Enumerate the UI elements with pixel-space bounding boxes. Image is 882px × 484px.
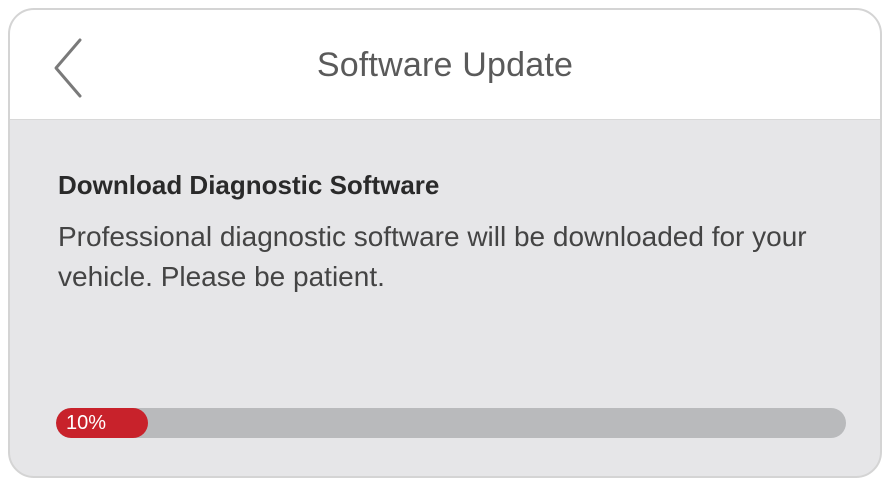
section-heading: Download Diagnostic Software	[58, 170, 440, 200]
progress-label: 10%	[66, 412, 107, 434]
section-description: Professional diagnostic software will be…	[58, 221, 807, 292]
download-info: Download Diagnostic Software Professiona…	[58, 170, 850, 297]
page-title: Software Update	[316, 46, 574, 84]
header-bar: Software Update	[10, 10, 880, 120]
update-screen: Software Update Download Diagnostic Soft…	[8, 8, 882, 478]
progress-bar: 10%	[56, 408, 846, 438]
progress-fill: 10%	[56, 408, 148, 438]
